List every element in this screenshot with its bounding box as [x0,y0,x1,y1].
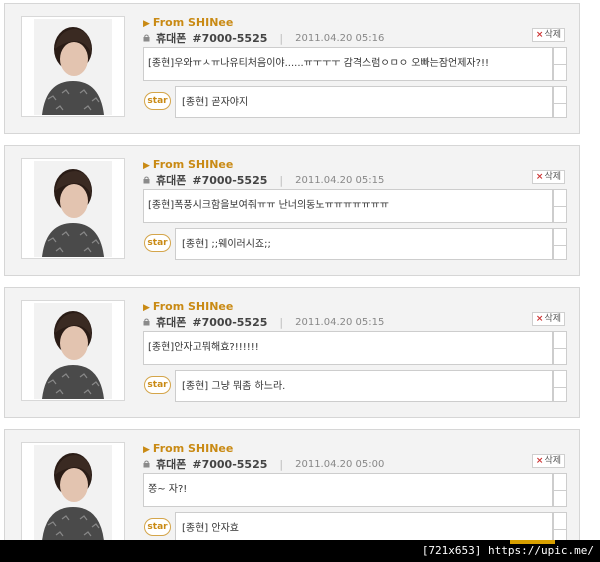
profile-photo [21,300,125,401]
sender-label: ▶ From SHINee [143,442,233,455]
divider: | [279,31,284,45]
lock-icon [143,318,150,326]
divider: | [279,315,284,329]
phone-number: #7000-5525 [192,173,268,187]
message-card: ▶ From SHINee 휴대폰 #7000-5525 | 2011.04.20… [4,287,580,418]
star-badge: star [144,518,171,536]
lock-icon [143,176,150,184]
divider: | [279,173,284,187]
phone-label: 휴대폰 [156,458,187,471]
delete-button[interactable]: ×삭제 [531,312,565,326]
profile-photo [21,158,125,259]
close-icon: × [535,30,544,40]
page-margin [582,0,600,540]
message-meta: 휴대폰 #7000-5525 | 2011.04.20 05:15 [143,173,384,187]
profile-photo [21,16,125,117]
delete-label: 삭제 [544,30,561,40]
lock-icon [143,460,150,468]
message-text: [종현]우와ㅠㅅㅠ나유티처음이야......ㅠㅜㅜㅜ 감격스럼ㅇㅁㅇ 오빠는잠언… [143,47,553,81]
watermark-text: [721x653] https://upic.me/ [421,544,594,557]
divider: | [279,457,284,471]
delete-label: 삭제 [544,172,561,182]
arrow-right-icon: ▶ [143,303,150,313]
profile-photo [21,442,125,540]
star-badge: star [144,234,171,252]
sender-label: ▶ From SHINee [143,300,233,313]
message-meta: 휴대폰 #7000-5525 | 2011.04.20 05:15 [143,315,384,329]
timestamp: 2011.04.20 05:00 [295,458,385,470]
phone-number: #7000-5525 [192,457,268,471]
sender-name: From SHINee [152,16,234,29]
reply-text: [종현] ;;웨이러시죠;; [175,228,553,260]
reply-text: [종현] 곧자야지 [175,86,553,118]
delete-button[interactable]: ×삭제 [531,170,565,184]
scrollbar[interactable] [553,331,567,365]
phone-label: 휴대폰 [156,174,187,187]
sender-name: From SHINee [152,158,234,171]
delete-button[interactable]: ×삭제 [531,28,565,42]
scrollbar[interactable] [553,47,567,81]
message-text: [종현]안자고뭐해효?!!!!!! [143,331,553,365]
phone-label: 휴대폰 [156,32,187,45]
message-card: ▶ From SHINee 휴대폰 #7000-5525 | 2011.04.20… [4,3,580,134]
guestbook-list: ▶ From SHINee 휴대폰 #7000-5525 | 2011.04.20… [0,0,582,540]
reply-text: [종현] 그냥 뭐좀 하느라. [175,370,553,402]
scrollbar[interactable] [553,512,567,540]
scrollbar[interactable] [553,473,567,507]
lock-icon [143,34,150,42]
arrow-right-icon: ▶ [143,445,150,455]
delete-button[interactable]: ×삭제 [531,454,565,468]
sender-label: ▶ From SHINee [143,158,233,171]
arrow-right-icon: ▶ [143,19,150,29]
phone-label: 휴대폰 [156,316,187,329]
close-icon: × [535,314,544,324]
star-badge: star [144,92,171,110]
message-card: ▶ From SHINee 휴대폰 #7000-5525 | 2011.04.20… [4,145,580,276]
delete-label: 삭제 [544,314,561,324]
message-text: [종현]폭풍시크함을보여줘ㅠㅠ 난너의동노ㅠㅠㅠㅠㅠㅠㅠ [143,189,553,223]
scrollbar[interactable] [553,370,567,402]
delete-label: 삭제 [544,456,561,466]
phone-number: #7000-5525 [192,315,268,329]
close-icon: × [535,456,544,466]
star-badge: star [144,376,171,394]
arrow-right-icon: ▶ [143,161,150,171]
scrollbar[interactable] [553,228,567,260]
timestamp: 2011.04.20 05:15 [295,174,385,186]
message-meta: 휴대폰 #7000-5525 | 2011.04.20 05:16 [143,31,384,45]
message-meta: 휴대폰 #7000-5525 | 2011.04.20 05:00 [143,457,384,471]
message-text: 쫑~ 자?! [143,473,553,507]
reply-text: [종현] 안자효 [175,512,553,540]
message-card: ▶ From SHINee 휴대폰 #7000-5525 | 2011.04.20… [4,429,580,540]
watermark-bar: [721x653] https://upic.me/ [0,540,600,562]
phone-number: #7000-5525 [192,31,268,45]
sender-label: ▶ From SHINee [143,16,233,29]
timestamp: 2011.04.20 05:15 [295,316,385,328]
timestamp: 2011.04.20 05:16 [295,32,385,44]
sender-name: From SHINee [152,442,234,455]
scrollbar[interactable] [553,189,567,223]
sender-name: From SHINee [152,300,234,313]
close-icon: × [535,172,544,182]
scrollbar[interactable] [553,86,567,118]
